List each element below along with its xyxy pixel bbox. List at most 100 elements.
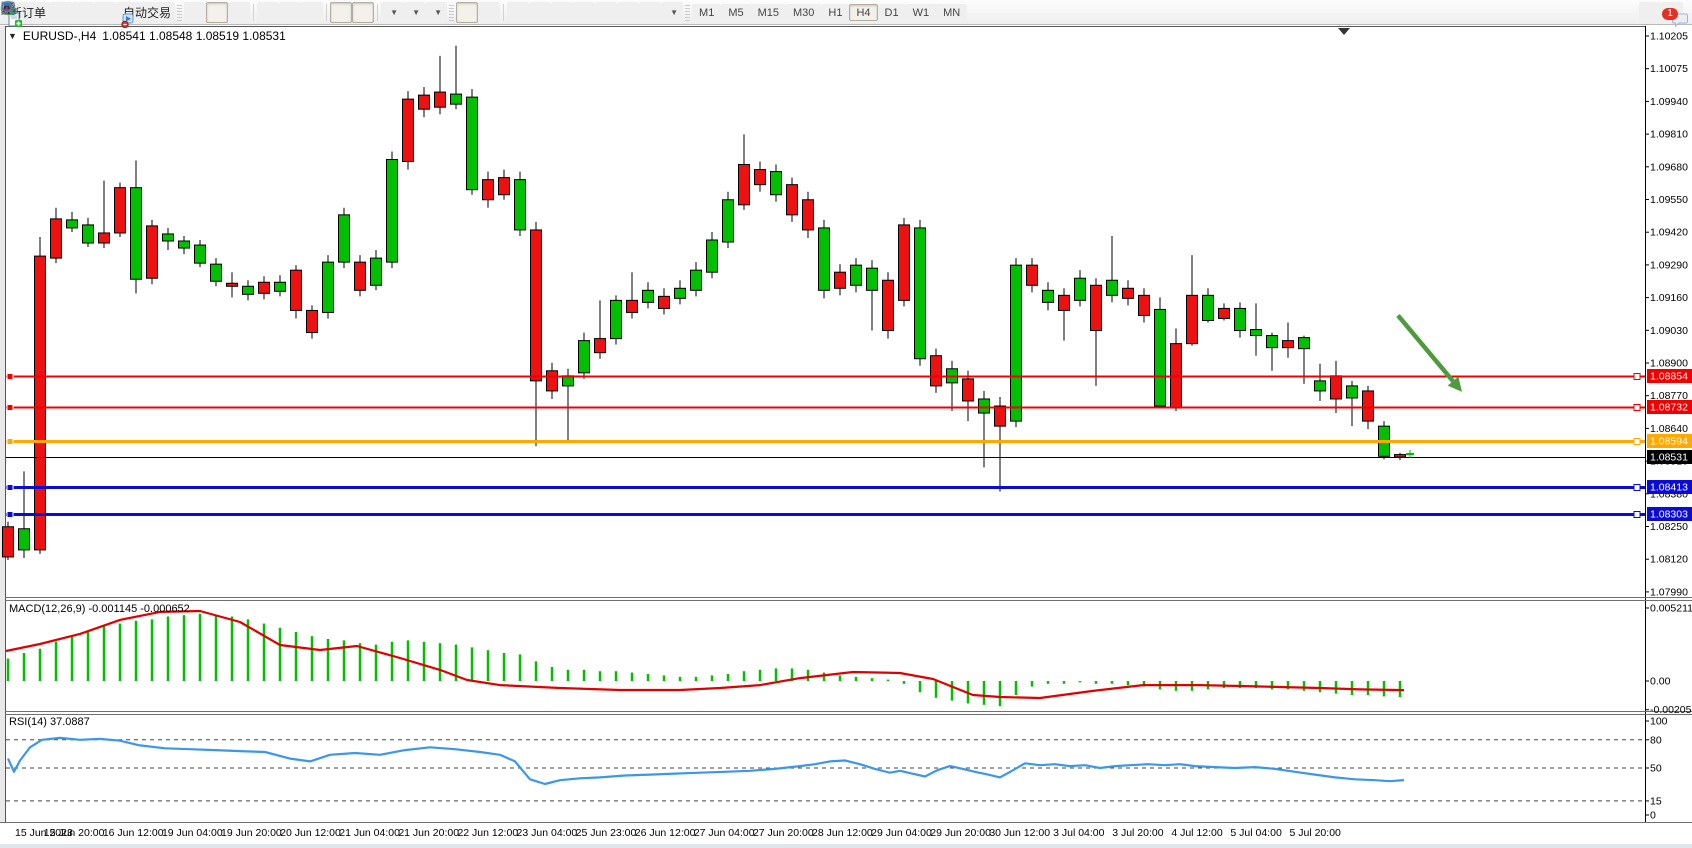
candle-body (643, 290, 654, 302)
candle-body (227, 283, 238, 286)
line-handle[interactable] (7, 405, 13, 411)
candle-body (211, 264, 222, 281)
vertical-line-button[interactable] (507, 2, 529, 23)
candle-body (387, 160, 398, 263)
candle-body (403, 99, 414, 161)
candle-body (243, 286, 254, 294)
candle-body (963, 379, 974, 401)
candle-body (147, 226, 158, 278)
timeframe-button-d1[interactable]: D1 (878, 4, 906, 21)
collapse-chart-icon[interactable]: ▼ (8, 31, 17, 41)
rsi-axis-label: 100 (1650, 716, 1668, 728)
timeframe-button-m5[interactable]: M5 (721, 4, 750, 21)
x-axis-label: 29 Jun 04:00 (871, 827, 932, 839)
price-chip-label: 1.08531 (1650, 452, 1688, 464)
line-chart-button[interactable] (228, 2, 250, 23)
search-button[interactable] (1639, 2, 1661, 23)
line-handle[interactable] (7, 374, 13, 380)
timeframe-button-m30[interactable]: M30 (786, 4, 821, 21)
rsi-axis-label: 50 (1650, 763, 1662, 775)
candlestick-chart-button[interactable] (206, 2, 228, 23)
candle-body (691, 270, 702, 290)
line-handle[interactable] (1634, 485, 1640, 491)
x-axis-label: 3 Jul 20:00 (1112, 827, 1164, 839)
line-handle[interactable] (7, 512, 13, 518)
chart-background[interactable] (0, 25, 1692, 848)
timeframe-button-m1[interactable]: M1 (692, 4, 721, 21)
quote-ohlc-label: 1.08541 1.08548 1.08519 1.08531 (102, 29, 286, 43)
line-handle[interactable] (1634, 439, 1640, 445)
x-axis-label: 21 Jun 20:00 (398, 827, 459, 839)
candle-body (915, 228, 926, 359)
macd-indicator-label: MACD(12,26,9) -0.001145 -0.000652 (9, 603, 190, 615)
notifications-button[interactable]: 1 (1661, 2, 1683, 23)
signals-button[interactable] (94, 2, 116, 23)
candle-body (787, 185, 798, 215)
auto-trading-button[interactable]: 自动交易 (116, 2, 175, 23)
candle-body (835, 272, 846, 288)
timeframe-button-w1[interactable]: W1 (906, 4, 937, 21)
zoom-out-button[interactable] (279, 2, 301, 23)
window-left-edge (0, 26, 5, 822)
price-chip-label: 1.08594 (1650, 436, 1688, 448)
price-tick-label: 1.09550 (1650, 194, 1688, 206)
horizontal-line-button[interactable] (529, 2, 551, 23)
profile-button[interactable] (72, 2, 94, 23)
timeframe-button-m15[interactable]: M15 (751, 4, 786, 21)
macd-axis-label: 0.005211 (1650, 603, 1692, 615)
price-tick-label: 1.08120 (1650, 554, 1688, 566)
main-toolbar: 新订单 自动交易 (0, 0, 1692, 25)
candle-body (419, 95, 430, 109)
candle-body (739, 165, 750, 205)
rsi-axis-label: 80 (1650, 734, 1662, 746)
chart-shift-button[interactable] (352, 2, 374, 23)
line-handle[interactable] (1634, 405, 1640, 411)
x-axis-label: 25 Jun 23:00 (576, 827, 637, 839)
price-tick-label: 1.09420 (1650, 227, 1688, 239)
equidistant-channel-button[interactable]: E (573, 2, 595, 23)
timeframe-button-h4[interactable]: H4 (849, 4, 877, 21)
indicators-button[interactable]: ▼ (381, 2, 403, 23)
candle-body (579, 341, 590, 373)
fibonacci-button[interactable]: F (595, 2, 617, 23)
x-axis-label: 4 Jul 12:00 (1171, 827, 1223, 839)
timeframe-button-mn[interactable]: MN (936, 4, 967, 21)
candle-body (819, 228, 830, 290)
text-label-button[interactable]: T (639, 2, 661, 23)
x-axis-label: 20 Jun 12:00 (280, 827, 341, 839)
quotes-button[interactable] (50, 2, 72, 23)
macd-axis-label: -0.00205 (1650, 704, 1692, 716)
candle-body (675, 288, 686, 298)
templates-button[interactable]: ▼ (425, 2, 447, 23)
chart-canvas[interactable]: 1.102051.100751.099401.098101.096801.095… (0, 0, 1692, 848)
candle-body (1139, 295, 1150, 315)
x-axis-label: 3 Jul 04:00 (1053, 827, 1105, 839)
cursor-button[interactable] (456, 2, 478, 23)
bar-chart-button[interactable] (184, 2, 206, 23)
candle-body (979, 399, 990, 413)
line-handle[interactable] (7, 439, 13, 445)
auto-scroll-button[interactable] (330, 2, 352, 23)
x-axis-label: 15 Jun 20:00 (44, 827, 105, 839)
timeframe-button-h1[interactable]: H1 (821, 4, 849, 21)
crosshair-button[interactable] (478, 2, 500, 23)
line-handle[interactable] (1634, 512, 1640, 518)
candle-body (179, 241, 190, 248)
arrows-button[interactable]: ▼ (661, 2, 683, 23)
candle-body (1043, 290, 1054, 302)
trendline-button[interactable] (551, 2, 573, 23)
periods-button[interactable]: ▼ (403, 2, 425, 23)
price-tick-label: 1.09030 (1650, 325, 1688, 337)
time-axis[interactable]: 15 Jun 202315 Jun 20:0016 Jun 12:0019 Ju… (15, 827, 1341, 839)
price-tick-label: 1.08250 (1650, 521, 1688, 533)
candle-body (931, 356, 942, 386)
text-button[interactable]: A (617, 2, 639, 23)
line-handle[interactable] (7, 485, 13, 491)
candle-body (1027, 265, 1038, 285)
candle-body (483, 180, 494, 200)
tile-windows-button[interactable] (301, 2, 323, 23)
line-handle[interactable] (1634, 374, 1640, 380)
candle-body (1123, 288, 1134, 298)
zoom-in-button[interactable] (257, 2, 279, 23)
candle-body (755, 170, 766, 185)
